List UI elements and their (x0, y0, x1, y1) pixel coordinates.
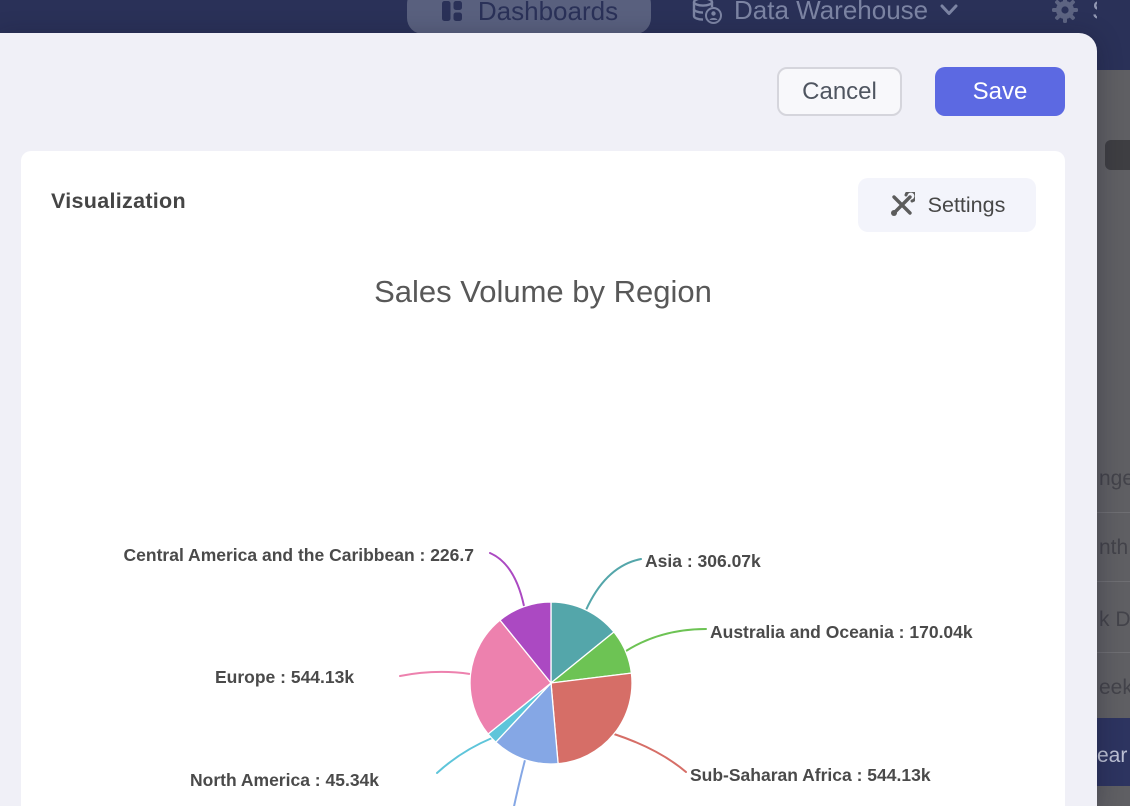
pie-label-north-america: North America : 45.34k (190, 770, 379, 791)
dimmed-topbar-fragment (1097, 0, 1130, 70)
background-dropdown-item-selected: ear (1097, 718, 1130, 786)
save-button[interactable]: Save (935, 67, 1065, 116)
database-icon (692, 0, 722, 24)
dashboard-icon (440, 0, 464, 23)
background-dropdown-item: eek (1099, 676, 1130, 700)
pie-leader-line (400, 672, 470, 676)
edit-visualization-modal: Cancel Save Visualization Settings Sales… (0, 33, 1097, 806)
background-dropdown-item: k D (1099, 608, 1130, 632)
gear-icon (1050, 0, 1080, 25)
pie-leader-line (490, 553, 524, 606)
dimmed-background-strip: nge nth k D eek ear (1097, 0, 1130, 806)
chevron-down-icon (940, 4, 958, 16)
pie-leader-line (513, 760, 525, 806)
pie-slice[interactable] (551, 673, 632, 764)
background-dropdown-item: nth (1099, 536, 1130, 560)
pie-chart[interactable] (21, 151, 1065, 806)
background-dropdown-item: nge (1099, 467, 1130, 491)
nav-tab-dashboards-label: Dashboards (478, 0, 618, 27)
cancel-button[interactable]: Cancel (777, 67, 902, 116)
pie-label-europe: Europe : 544.13k (215, 667, 354, 688)
dimmed-button-fragment (1105, 140, 1130, 170)
divider (1097, 512, 1130, 513)
nav-tab-dashboards[interactable]: Dashboards (407, 0, 651, 34)
pie-label-australia-oceania: Australia and Oceania : 170.04k (710, 622, 973, 643)
nav-menu-data-warehouse-label: Data Warehouse (734, 0, 928, 26)
pie-leader-line (437, 738, 492, 773)
background-dropdown-selected-label: ear (1097, 744, 1127, 768)
nav-menu-data-warehouse[interactable]: Data Warehouse (692, 0, 958, 31)
pie-leader-line (586, 559, 641, 610)
pie-leader-line (614, 734, 686, 772)
pie-leader-line (626, 629, 706, 651)
visualization-card: Visualization Settings Sales Volume by R… (21, 151, 1065, 806)
divider (1097, 652, 1130, 653)
pie-label-sub-saharan-africa: Sub-Saharan Africa : 544.13k (690, 765, 931, 786)
pie-label-central-america: Central America and the Caribbean : 226.… (124, 545, 474, 566)
divider (1097, 581, 1130, 582)
pie-label-asia: Asia : 306.07k (645, 551, 761, 572)
